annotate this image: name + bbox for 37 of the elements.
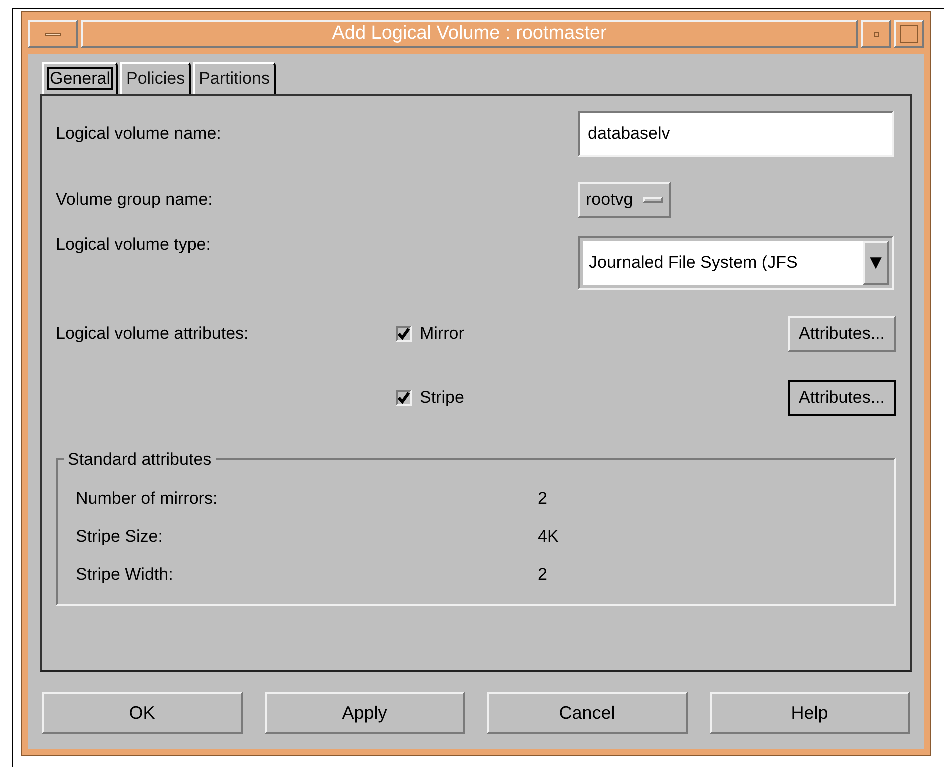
checkbox[interactable] [396, 326, 412, 342]
minus-icon [45, 32, 61, 36]
check-icon [398, 392, 410, 404]
option-menu[interactable]: rootvg [578, 182, 672, 218]
field-label: Logical volume type: [56, 234, 212, 256]
minimize-icon [874, 32, 878, 36]
option-indicator-icon [643, 197, 664, 203]
attributes-button[interactable]: Attributes... [788, 380, 896, 416]
tab[interactable]: Policies [120, 62, 192, 94]
dialog-button[interactable]: Help [710, 692, 910, 734]
maximize-icon [900, 25, 918, 43]
tab[interactable]: General [42, 62, 118, 94]
minimize-button[interactable] [861, 20, 891, 48]
dialog-button[interactable]: Apply [264, 692, 465, 734]
field-label: Logical volume name: [56, 123, 222, 146]
input-field[interactable]: databaselv [578, 111, 894, 157]
checkbox-label: Mirror [420, 323, 464, 346]
check-icon [398, 328, 410, 340]
dialog-button[interactable]: Cancel [487, 692, 688, 734]
field-label: Volume group name: [56, 189, 214, 212]
attribute-value: 2 [538, 564, 548, 586]
attribute-label: Stripe Size: [76, 526, 164, 548]
window-title: Add Logical Volume : rootmaster [81, 20, 858, 48]
attribute-value: 2 [538, 488, 548, 510]
attribute-value: 4K [538, 526, 559, 548]
maximize-button[interactable] [894, 20, 924, 48]
window-menu-button[interactable] [28, 20, 78, 48]
attribute-label: Number of mirrors: [76, 488, 219, 510]
dialog-button[interactable]: OK [42, 692, 242, 734]
dropdown-button[interactable]: ▼ [863, 241, 889, 285]
attributes-button[interactable]: Attributes... [788, 316, 896, 352]
combo-box-field[interactable]: Journaled File System (JFS [583, 241, 863, 285]
attribute-label: Stripe Width: [76, 564, 174, 586]
checkbox[interactable] [396, 390, 412, 406]
checkbox-label: Stripe [420, 387, 464, 410]
field-label: Logical volume attributes: [56, 323, 250, 346]
tab[interactable]: Partitions [193, 62, 276, 94]
